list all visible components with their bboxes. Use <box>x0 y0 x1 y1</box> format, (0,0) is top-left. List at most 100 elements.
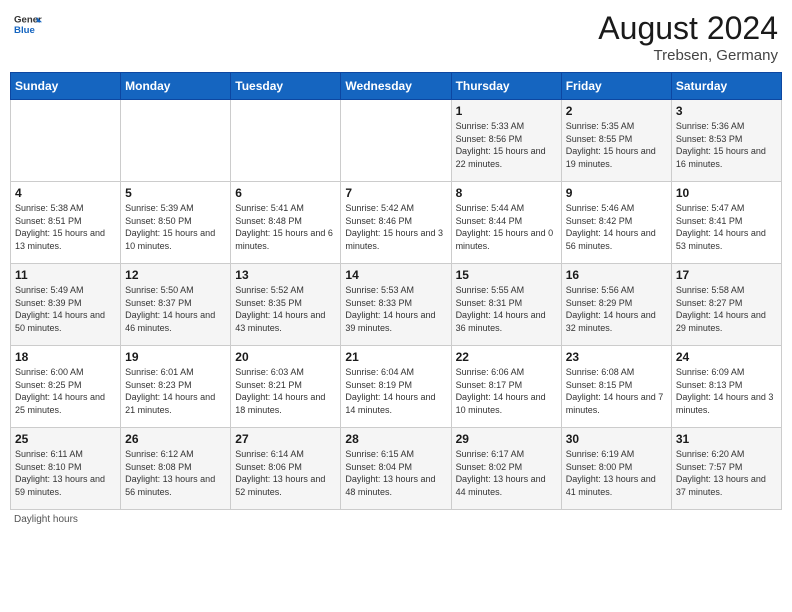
day-number: 21 <box>345 350 446 364</box>
table-row: 26 Sunrise: 6:12 AMSunset: 8:08 PMDaylig… <box>121 428 231 510</box>
day-number: 8 <box>456 186 557 200</box>
day-info: Sunrise: 6:14 AMSunset: 8:06 PMDaylight:… <box>235 449 325 497</box>
table-row: 27 Sunrise: 6:14 AMSunset: 8:06 PMDaylig… <box>231 428 341 510</box>
calendar-week-row: 25 Sunrise: 6:11 AMSunset: 8:10 PMDaylig… <box>11 428 782 510</box>
col-saturday: Saturday <box>671 73 781 100</box>
header-row: Sunday Monday Tuesday Wednesday Thursday… <box>11 73 782 100</box>
table-row: 11 Sunrise: 5:49 AMSunset: 8:39 PMDaylig… <box>11 264 121 346</box>
table-row: 25 Sunrise: 6:11 AMSunset: 8:10 PMDaylig… <box>11 428 121 510</box>
table-row: 24 Sunrise: 6:09 AMSunset: 8:13 PMDaylig… <box>671 346 781 428</box>
day-info: Sunrise: 5:33 AMSunset: 8:56 PMDaylight:… <box>456 121 546 169</box>
table-row: 31 Sunrise: 6:20 AMSunset: 7:57 PMDaylig… <box>671 428 781 510</box>
table-row: 7 Sunrise: 5:42 AMSunset: 8:46 PMDayligh… <box>341 182 451 264</box>
day-number: 7 <box>345 186 446 200</box>
day-info: Sunrise: 5:58 AMSunset: 8:27 PMDaylight:… <box>676 285 766 333</box>
day-info: Sunrise: 6:00 AMSunset: 8:25 PMDaylight:… <box>15 367 105 415</box>
day-number: 14 <box>345 268 446 282</box>
table-row: 2 Sunrise: 5:35 AMSunset: 8:55 PMDayligh… <box>561 100 671 182</box>
day-number: 22 <box>456 350 557 364</box>
table-row <box>341 100 451 182</box>
table-row: 8 Sunrise: 5:44 AMSunset: 8:44 PMDayligh… <box>451 182 561 264</box>
table-row: 16 Sunrise: 5:56 AMSunset: 8:29 PMDaylig… <box>561 264 671 346</box>
day-number: 6 <box>235 186 336 200</box>
calendar-week-row: 1 Sunrise: 5:33 AMSunset: 8:56 PMDayligh… <box>11 100 782 182</box>
table-row <box>11 100 121 182</box>
table-row: 5 Sunrise: 5:39 AMSunset: 8:50 PMDayligh… <box>121 182 231 264</box>
day-number: 27 <box>235 432 336 446</box>
day-info: Sunrise: 6:17 AMSunset: 8:02 PMDaylight:… <box>456 449 546 497</box>
col-thursday: Thursday <box>451 73 561 100</box>
day-info: Sunrise: 6:19 AMSunset: 8:00 PMDaylight:… <box>566 449 656 497</box>
day-info: Sunrise: 5:39 AMSunset: 8:50 PMDaylight:… <box>125 203 215 251</box>
svg-text:Blue: Blue <box>14 25 35 36</box>
table-row: 30 Sunrise: 6:19 AMSunset: 8:00 PMDaylig… <box>561 428 671 510</box>
footer-note: Daylight hours <box>10 514 782 525</box>
day-info: Sunrise: 6:15 AMSunset: 8:04 PMDaylight:… <box>345 449 435 497</box>
day-info: Sunrise: 6:08 AMSunset: 8:15 PMDaylight:… <box>566 367 664 415</box>
day-number: 3 <box>676 104 777 118</box>
day-info: Sunrise: 6:11 AMSunset: 8:10 PMDaylight:… <box>15 449 105 497</box>
page-header: General Blue August 2024 Trebsen, German… <box>10 10 782 64</box>
day-number: 4 <box>15 186 116 200</box>
table-row <box>231 100 341 182</box>
table-row: 6 Sunrise: 5:41 AMSunset: 8:48 PMDayligh… <box>231 182 341 264</box>
table-row: 18 Sunrise: 6:00 AMSunset: 8:25 PMDaylig… <box>11 346 121 428</box>
day-info: Sunrise: 6:20 AMSunset: 7:57 PMDaylight:… <box>676 449 766 497</box>
day-info: Sunrise: 5:38 AMSunset: 8:51 PMDaylight:… <box>15 203 105 251</box>
location-subtitle: Trebsen, Germany <box>598 47 778 64</box>
table-row: 13 Sunrise: 5:52 AMSunset: 8:35 PMDaylig… <box>231 264 341 346</box>
day-info: Sunrise: 6:04 AMSunset: 8:19 PMDaylight:… <box>345 367 435 415</box>
day-number: 20 <box>235 350 336 364</box>
day-number: 29 <box>456 432 557 446</box>
table-row: 14 Sunrise: 5:53 AMSunset: 8:33 PMDaylig… <box>341 264 451 346</box>
day-number: 11 <box>15 268 116 282</box>
table-row: 20 Sunrise: 6:03 AMSunset: 8:21 PMDaylig… <box>231 346 341 428</box>
table-row: 12 Sunrise: 5:50 AMSunset: 8:37 PMDaylig… <box>121 264 231 346</box>
day-info: Sunrise: 6:12 AMSunset: 8:08 PMDaylight:… <box>125 449 215 497</box>
logo-icon: General Blue <box>14 10 42 38</box>
table-row: 4 Sunrise: 5:38 AMSunset: 8:51 PMDayligh… <box>11 182 121 264</box>
day-info: Sunrise: 6:01 AMSunset: 8:23 PMDaylight:… <box>125 367 215 415</box>
col-friday: Friday <box>561 73 671 100</box>
day-number: 10 <box>676 186 777 200</box>
day-number: 26 <box>125 432 226 446</box>
calendar-week-row: 4 Sunrise: 5:38 AMSunset: 8:51 PMDayligh… <box>11 182 782 264</box>
calendar-week-row: 11 Sunrise: 5:49 AMSunset: 8:39 PMDaylig… <box>11 264 782 346</box>
day-number: 9 <box>566 186 667 200</box>
day-number: 15 <box>456 268 557 282</box>
title-block: August 2024 Trebsen, Germany <box>598 10 778 64</box>
day-info: Sunrise: 5:44 AMSunset: 8:44 PMDaylight:… <box>456 203 554 251</box>
day-info: Sunrise: 5:46 AMSunset: 8:42 PMDaylight:… <box>566 203 656 251</box>
day-number: 1 <box>456 104 557 118</box>
day-number: 12 <box>125 268 226 282</box>
day-info: Sunrise: 6:09 AMSunset: 8:13 PMDaylight:… <box>676 367 774 415</box>
day-info: Sunrise: 5:55 AMSunset: 8:31 PMDaylight:… <box>456 285 546 333</box>
day-info: Sunrise: 5:49 AMSunset: 8:39 PMDaylight:… <box>15 285 105 333</box>
calendar-week-row: 18 Sunrise: 6:00 AMSunset: 8:25 PMDaylig… <box>11 346 782 428</box>
col-monday: Monday <box>121 73 231 100</box>
day-info: Sunrise: 5:56 AMSunset: 8:29 PMDaylight:… <box>566 285 656 333</box>
day-number: 24 <box>676 350 777 364</box>
table-row <box>121 100 231 182</box>
table-row: 10 Sunrise: 5:47 AMSunset: 8:41 PMDaylig… <box>671 182 781 264</box>
day-info: Sunrise: 5:41 AMSunset: 8:48 PMDaylight:… <box>235 203 333 251</box>
day-info: Sunrise: 6:06 AMSunset: 8:17 PMDaylight:… <box>456 367 546 415</box>
day-number: 16 <box>566 268 667 282</box>
day-info: Sunrise: 5:47 AMSunset: 8:41 PMDaylight:… <box>676 203 766 251</box>
day-number: 18 <box>15 350 116 364</box>
table-row: 3 Sunrise: 5:36 AMSunset: 8:53 PMDayligh… <box>671 100 781 182</box>
logo: General Blue <box>14 10 42 38</box>
table-row: 19 Sunrise: 6:01 AMSunset: 8:23 PMDaylig… <box>121 346 231 428</box>
day-info: Sunrise: 6:03 AMSunset: 8:21 PMDaylight:… <box>235 367 325 415</box>
day-number: 25 <box>15 432 116 446</box>
day-info: Sunrise: 5:35 AMSunset: 8:55 PMDaylight:… <box>566 121 656 169</box>
col-sunday: Sunday <box>11 73 121 100</box>
day-info: Sunrise: 5:53 AMSunset: 8:33 PMDaylight:… <box>345 285 435 333</box>
day-info: Sunrise: 5:52 AMSunset: 8:35 PMDaylight:… <box>235 285 325 333</box>
day-info: Sunrise: 5:42 AMSunset: 8:46 PMDaylight:… <box>345 203 443 251</box>
table-row: 23 Sunrise: 6:08 AMSunset: 8:15 PMDaylig… <box>561 346 671 428</box>
day-number: 19 <box>125 350 226 364</box>
table-row: 29 Sunrise: 6:17 AMSunset: 8:02 PMDaylig… <box>451 428 561 510</box>
day-number: 2 <box>566 104 667 118</box>
table-row: 9 Sunrise: 5:46 AMSunset: 8:42 PMDayligh… <box>561 182 671 264</box>
